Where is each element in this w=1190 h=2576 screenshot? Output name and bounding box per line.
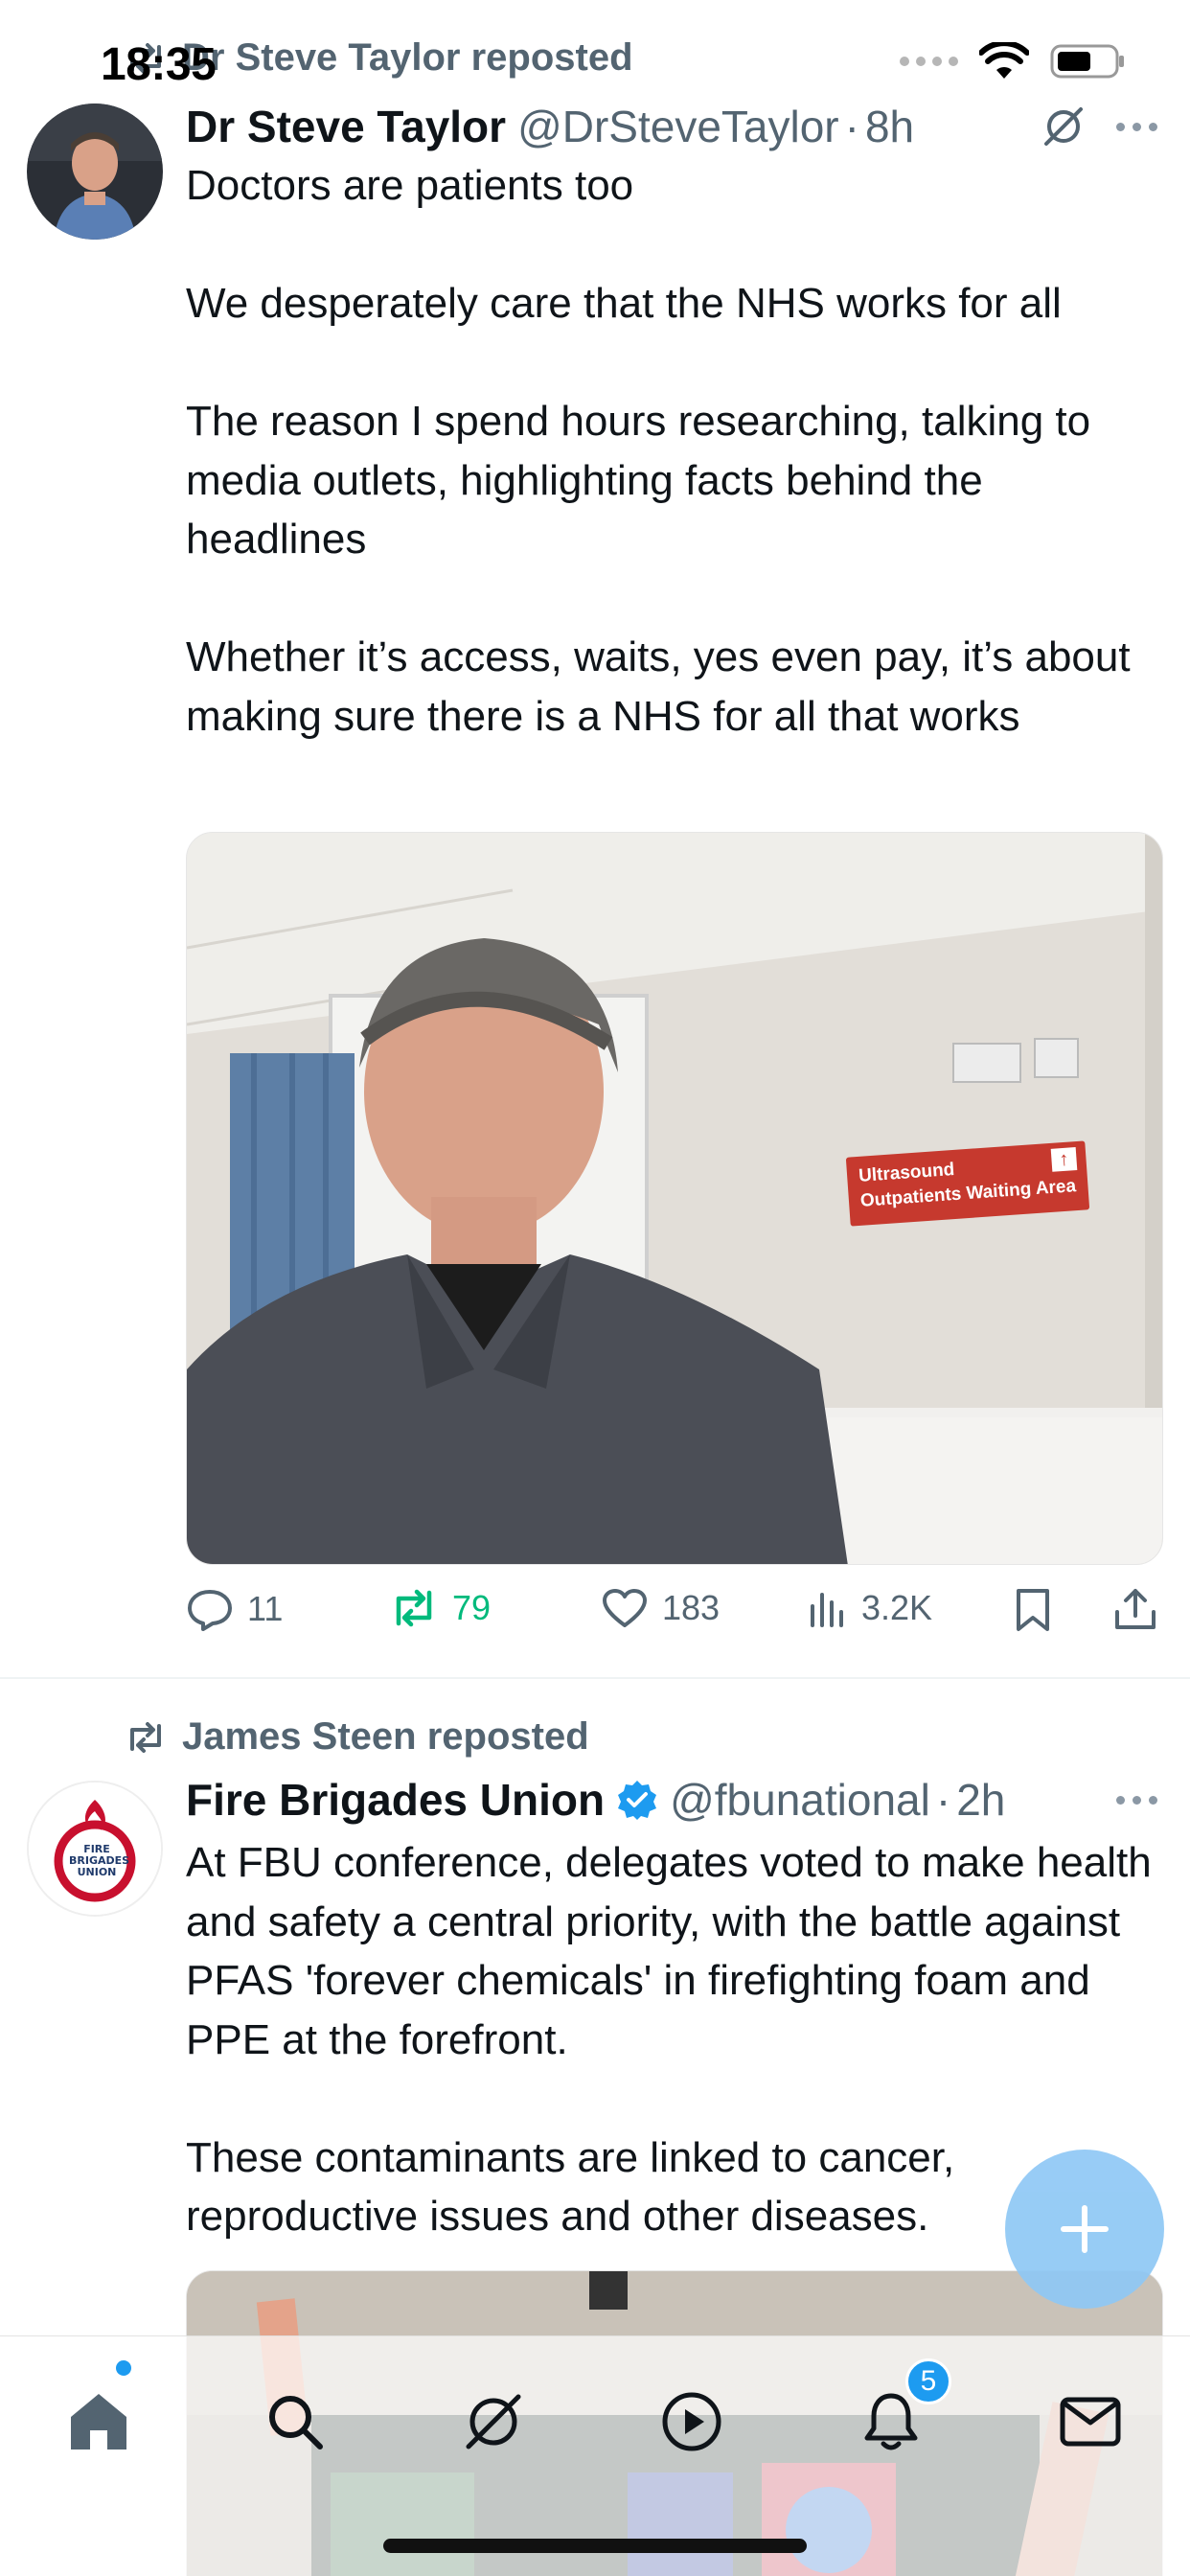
verified-badge-icon [618, 1781, 657, 1820]
bookmark-button[interactable] [1014, 1587, 1052, 1633]
tab-messages[interactable] [1047, 2379, 1133, 2465]
tweet-paragraph: We desperately care that the NHS works f… [186, 280, 1062, 327]
home-icon [71, 2394, 126, 2450]
status-bar: 18:35 [0, 0, 1190, 125]
reply-count: 11 [247, 1589, 284, 1628]
tweet-actions: 11 79 183 3.2K [186, 1587, 1163, 1644]
tweet-text: Doctors are patients too We desperately … [186, 156, 1154, 746]
repost-indicator[interactable]: James Steen reposted [125, 1715, 589, 1759]
arrow-up-icon: ↑ [1050, 1147, 1078, 1172]
author-name[interactable]: Fire Brigades Union [186, 1774, 605, 1826]
wifi-icon [979, 42, 1029, 79]
tab-grok[interactable] [450, 2379, 537, 2465]
tweet-paragraph: Whether it’s access, waits, yes even pay… [186, 633, 1131, 740]
repost-icon [130, 1721, 161, 1753]
tweet-divider [0, 1677, 1190, 1679]
video-play-icon [662, 2392, 721, 2451]
tweet-header: Fire Brigades Union @fbunational · 2h [186, 1773, 1005, 1827]
tweet-time[interactable]: 2h [956, 1774, 1005, 1826]
tweet-image[interactable]: Ultrasound Outpatients Waiting Area ↑ [186, 832, 1163, 1565]
tweet-text: At FBU conference, delegates voted to ma… [186, 1833, 1154, 2246]
separator-dot: · [935, 1775, 951, 1825]
search-icon [269, 2396, 323, 2450]
repost-button[interactable]: 79 [389, 1587, 491, 1629]
messages-envelope-icon [1060, 2397, 1121, 2447]
tweet-paragraph: At FBU conference, delegates voted to ma… [186, 1839, 1152, 2063]
reply-icon [188, 1590, 232, 1631]
status-icons [900, 42, 1127, 80]
repost-label: James Steen reposted [182, 1715, 589, 1758]
avatar[interactable]: FIRE BRIGADES UNION [27, 1781, 163, 1917]
home-unread-dot [116, 2360, 131, 2376]
repost-count: 79 [452, 1588, 492, 1627]
like-button[interactable]: 183 [601, 1587, 720, 1629]
plus-icon [1061, 2205, 1109, 2253]
share-button[interactable] [1113, 1587, 1157, 1633]
notifications-badge: 5 [905, 2358, 951, 2404]
bookmark-icon [1017, 1589, 1049, 1631]
like-count: 183 [662, 1588, 721, 1627]
notifications-bell-icon [864, 2393, 918, 2450]
tweet-paragraph: Doctors are patients too [186, 162, 634, 209]
analytics-icon [811, 1593, 843, 1627]
fbu-logo-text: FIRE BRIGADES UNION [69, 1843, 130, 1878]
author-handle[interactable]: @fbunational [670, 1774, 930, 1826]
home-indicator[interactable] [383, 2539, 807, 2553]
reply-button[interactable]: 11 [186, 1587, 283, 1631]
grok-icon [466, 2394, 521, 2450]
views-button[interactable]: 3.2K [808, 1587, 932, 1629]
cellular-signal-icon [900, 57, 958, 66]
compose-button[interactable] [1005, 2150, 1164, 2309]
share-icon [1115, 1589, 1156, 1629]
tweet-paragraph: The reason I spend hours researching, ta… [186, 398, 1091, 563]
battery-icon [1050, 44, 1124, 79]
tab-video[interactable] [649, 2379, 735, 2465]
heart-icon [603, 1589, 647, 1627]
status-time: 18:35 [101, 39, 217, 90]
view-count: 3.2K [861, 1588, 933, 1627]
tab-search[interactable] [252, 2379, 338, 2465]
tab-home[interactable] [56, 2379, 142, 2465]
repost-icon [396, 1589, 432, 1627]
more-options-icon[interactable] [1116, 1796, 1157, 1805]
